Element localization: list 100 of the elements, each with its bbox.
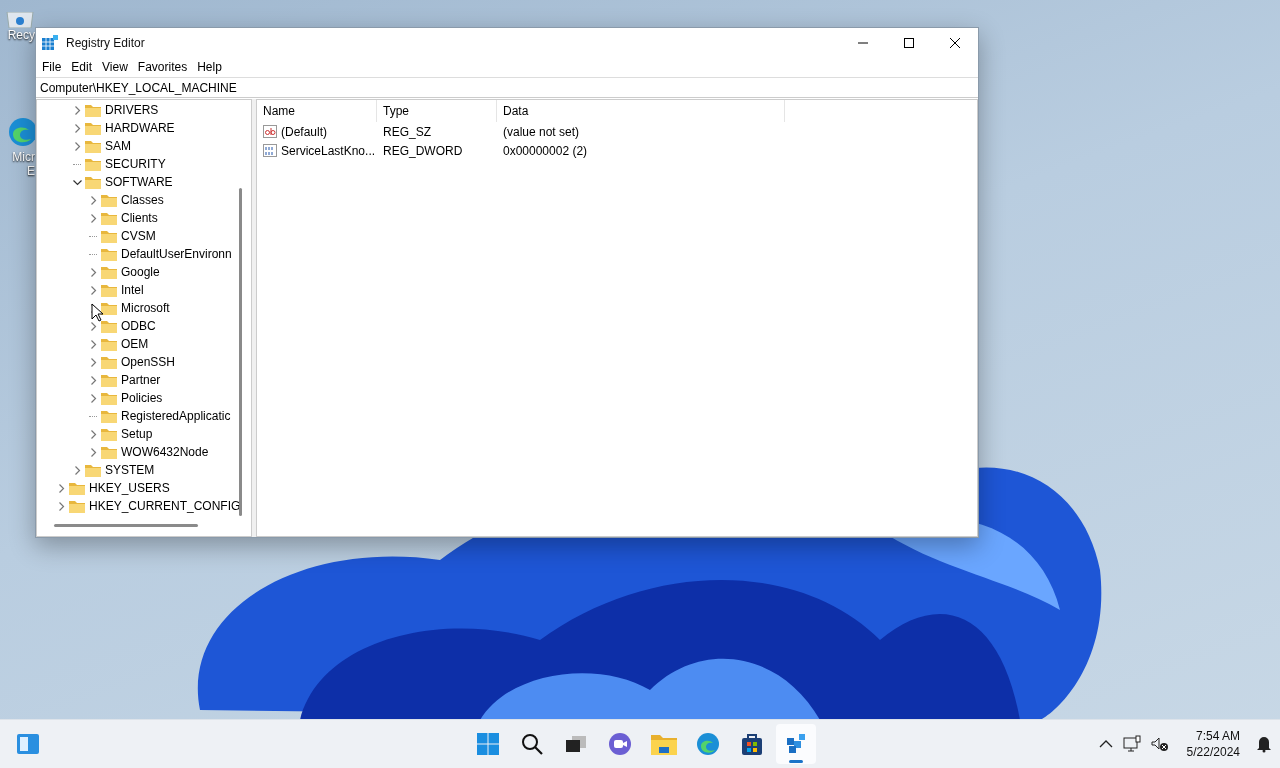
menu-item[interactable]: Edit — [66, 58, 98, 76]
chevron-right-icon[interactable] — [89, 321, 98, 331]
windows-logo-icon — [476, 732, 500, 756]
clock-date: 5/22/2024 — [1186, 744, 1240, 760]
value-type-cell-text: REG_DWORD — [382, 143, 464, 158]
tree-item[interactable]: Clients — [121, 211, 158, 225]
folder-icon — [101, 409, 117, 423]
mouse-cursor-icon — [91, 303, 103, 322]
folder-icon — [651, 733, 677, 755]
close-icon — [950, 37, 960, 48]
browser-icon — [696, 732, 720, 756]
clock[interactable]: 7:54 AM 5/22/2024 — [1186, 728, 1240, 760]
tree-item[interactable]: HKEY_USERS — [89, 481, 170, 495]
tree-item[interactable]: Setup — [121, 427, 153, 441]
value-name-cell[interactable]: (Default) — [257, 124, 377, 139]
chevron-right-icon[interactable] — [89, 375, 98, 385]
folder-icon — [69, 481, 85, 495]
folder-icon — [101, 283, 117, 297]
menu-item[interactable]: File — [37, 58, 67, 76]
tree-item[interactable]: HARDWARE — [105, 121, 175, 135]
chevron-right-icon[interactable] — [73, 465, 82, 475]
binary-value-icon — [263, 144, 277, 157]
chevron-right-icon[interactable] — [89, 195, 98, 205]
chevron-right-icon[interactable] — [57, 483, 66, 493]
folder-icon — [101, 247, 117, 261]
tree-item[interactable]: CVSM — [121, 229, 156, 243]
chevron-right-icon[interactable] — [89, 213, 98, 223]
value-type-cell-text: REG_SZ — [382, 124, 432, 139]
folder-icon — [101, 301, 117, 315]
folder-icon — [85, 175, 101, 189]
chevron-right-icon[interactable] — [89, 339, 98, 349]
chevron-right-icon[interactable] — [89, 357, 98, 367]
folder-icon — [85, 463, 101, 477]
tree-item[interactable]: HKEY_CURRENT_CONFIG — [89, 499, 241, 513]
folder-icon — [101, 355, 117, 369]
chevron-right-icon[interactable] — [89, 393, 98, 403]
widgets-button[interactable] — [14, 731, 42, 757]
folder-icon — [101, 373, 117, 387]
folder-icon — [101, 229, 117, 243]
tree-item[interactable]: ODBC — [121, 319, 156, 333]
folder-icon — [101, 427, 117, 441]
chevron-right-icon[interactable] — [73, 105, 82, 115]
chevron-right-icon[interactable] — [89, 429, 98, 439]
menu-item[interactable]: View — [97, 58, 133, 76]
recycle-bin-icon — [5, 12, 35, 28]
folder-icon — [101, 211, 117, 225]
folder-icon — [85, 121, 101, 135]
folder-icon — [85, 103, 101, 117]
tree-item[interactable]: OpenSSH — [121, 355, 176, 369]
column-header[interactable]: Data — [497, 100, 785, 122]
chevron-down-icon[interactable] — [73, 177, 82, 187]
tree-item[interactable]: Microsoft — [121, 301, 170, 315]
scrollbar-thumb[interactable] — [54, 524, 198, 527]
folder-icon — [101, 391, 117, 405]
maximize-icon — [904, 37, 914, 48]
folder-icon — [85, 157, 101, 171]
tree-item[interactable]: SYSTEM — [105, 463, 155, 477]
value-data-cell-text: 0x00000002 (2) — [502, 143, 589, 158]
address-bar[interactable]: Computer\HKEY_LOCAL_MACHINE — [36, 77, 978, 98]
folder-icon — [101, 319, 117, 333]
tree-item[interactable]: SAM — [105, 139, 131, 153]
folder-icon — [69, 499, 85, 513]
tree-item[interactable]: DRIVERS — [105, 103, 159, 117]
chevron-right-icon[interactable] — [57, 501, 66, 511]
chevron-right-icon[interactable] — [89, 447, 98, 457]
tree-item[interactable]: SECURITY — [105, 157, 166, 171]
network-icon[interactable] — [1120, 733, 1143, 755]
tree-item[interactable]: Google — [121, 265, 160, 279]
tree-item[interactable]: RegisteredApplicatic — [121, 409, 231, 423]
tree-item[interactable]: WOW6432Node — [121, 445, 209, 459]
tree-item[interactable]: DefaultUserEnvironn — [121, 247, 232, 261]
string-value-icon — [263, 125, 277, 138]
menu-item[interactable]: Favorites — [132, 58, 193, 76]
folder-icon — [101, 193, 117, 207]
folder-icon — [85, 139, 101, 153]
folder-icon — [101, 337, 117, 351]
scrollbar-thumb[interactable] — [239, 188, 242, 516]
chevron-right-icon[interactable] — [73, 123, 82, 133]
tree-item[interactable]: Classes — [121, 193, 164, 207]
shopping-bag-icon — [740, 732, 764, 756]
folder-icon — [101, 445, 117, 459]
tree-item[interactable]: Partner — [121, 373, 161, 387]
tree-item[interactable]: OEM — [121, 337, 149, 351]
column-header[interactable]: Type — [377, 100, 497, 122]
chevron-right-icon[interactable] — [73, 141, 82, 151]
tree-item[interactable]: Policies — [121, 391, 163, 405]
chat-icon — [608, 732, 632, 756]
menu-item[interactable]: Help — [192, 58, 227, 76]
cubes-icon — [42, 34, 58, 51]
value-data-cell-text: (value not set) — [502, 124, 581, 139]
clock-time: 7:54 AM — [1195, 728, 1240, 744]
task-view-icon — [565, 734, 587, 754]
chevron-right-icon[interactable] — [89, 285, 98, 295]
value-name-cell[interactable]: ServiceLastKno... — [257, 143, 377, 158]
search-icon — [520, 732, 544, 756]
tree-item[interactable]: SOFTWARE — [105, 175, 173, 189]
chevron-right-icon[interactable] — [89, 267, 98, 277]
column-header[interactable]: Name — [257, 100, 377, 122]
tree-item[interactable]: Intel — [121, 283, 144, 297]
folder-icon — [101, 265, 117, 279]
